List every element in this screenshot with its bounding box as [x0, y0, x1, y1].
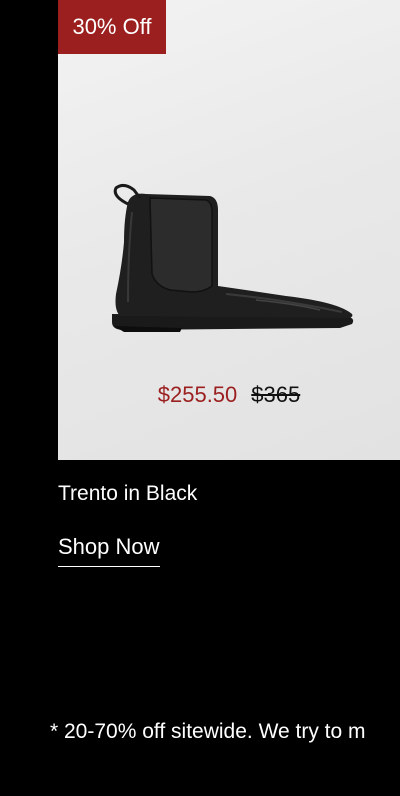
chelsea-boot-icon[interactable]: [106, 182, 358, 342]
original-price: $365: [251, 382, 301, 407]
product-card[interactable]: 30% Off $255.50 $365: [58, 0, 400, 460]
discount-badge-label: 30% Off: [72, 14, 152, 39]
shop-now-link[interactable]: Shop Now: [58, 534, 160, 567]
price-row: $255.50 $365: [58, 382, 400, 408]
discount-badge: 30% Off: [58, 0, 166, 54]
sale-disclaimer: * 20-70% off sitewide. We try to m: [50, 720, 366, 743]
product-title[interactable]: Trento in Black: [58, 482, 197, 506]
sale-price: $255.50: [157, 382, 238, 407]
